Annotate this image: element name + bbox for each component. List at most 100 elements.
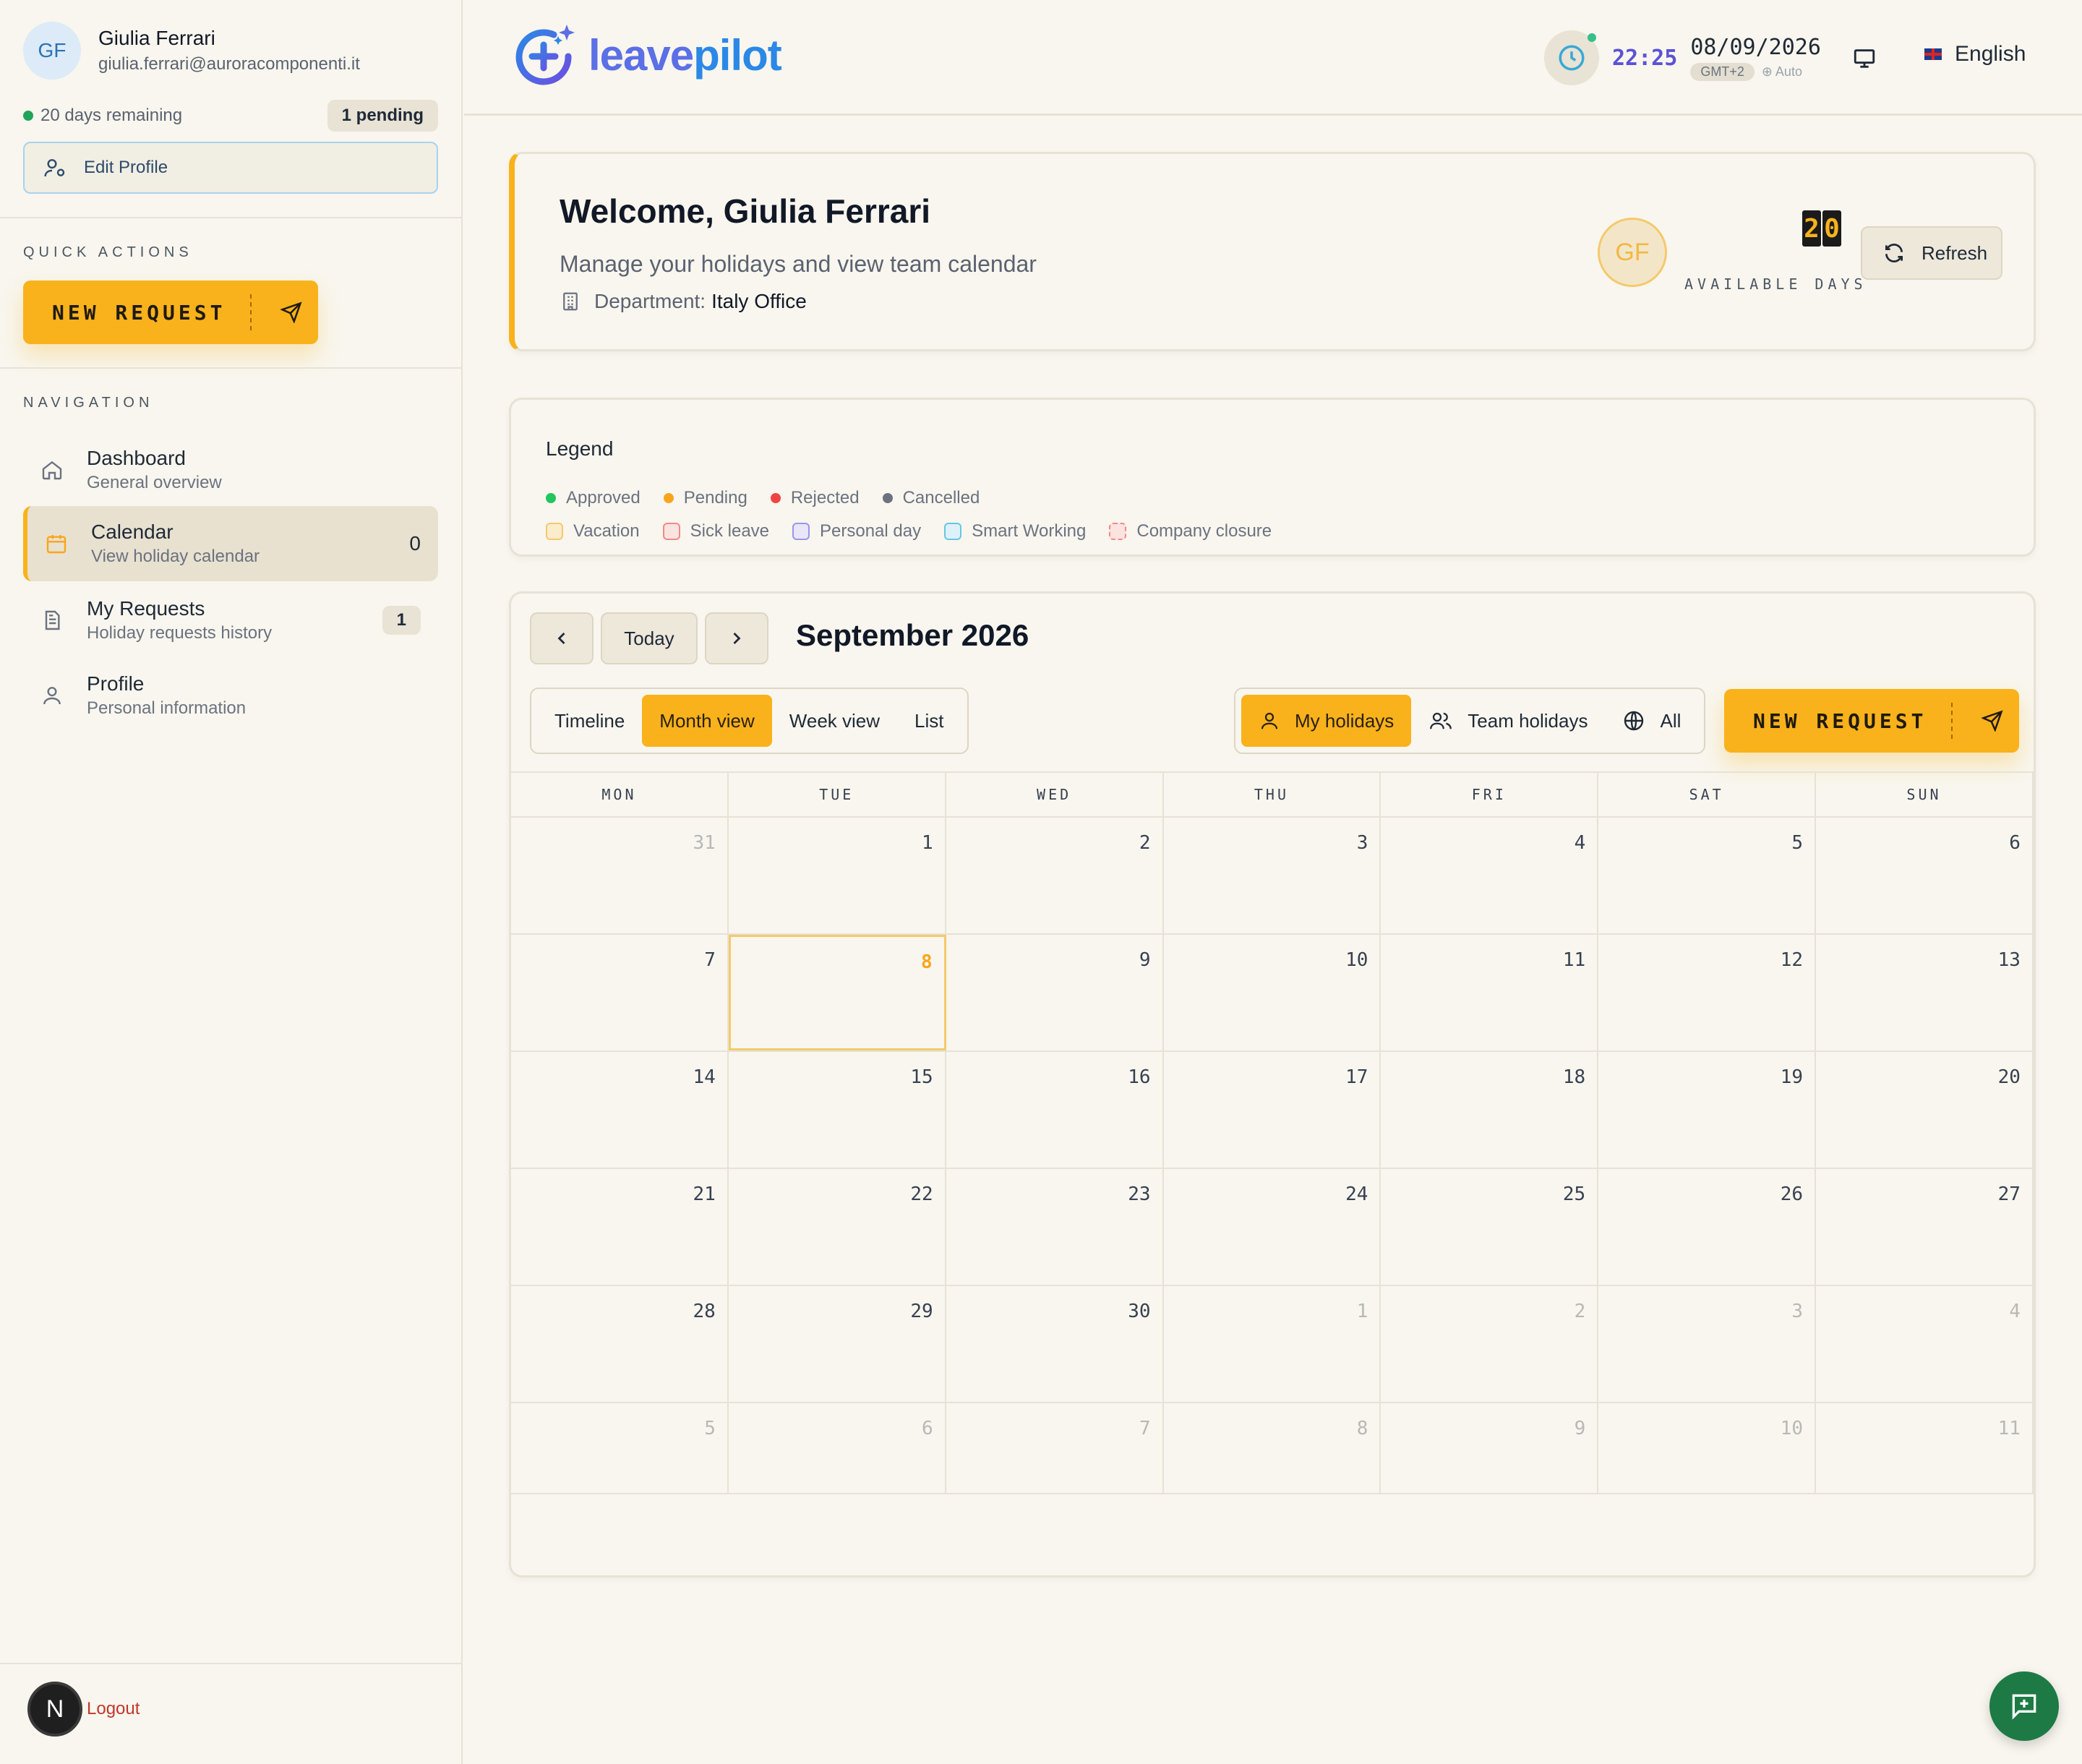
language-selector[interactable]: English <box>1924 42 2026 67</box>
day-number: 22 <box>910 1183 933 1205</box>
refresh-button[interactable]: Refresh <box>1861 226 2002 280</box>
calendar-day[interactable]: 25 <box>1381 1169 1599 1285</box>
calendar-day[interactable]: 6 <box>1816 818 2034 933</box>
clock-widget[interactable]: 22:25 08/09/2026 GMT+2 ⊕ Auto <box>1544 30 1821 85</box>
uk-flag-icon <box>1924 48 1942 60</box>
next-month-button[interactable] <box>705 612 768 664</box>
calendar-day[interactable]: 9 <box>946 935 1164 1050</box>
chat-support-button[interactable] <box>1989 1671 2059 1741</box>
display-mode-button[interactable] <box>1852 46 1877 74</box>
tab-all[interactable]: All <box>1605 695 1698 747</box>
sidebar-item-calendar[interactable]: Calendar View holiday calendar 0 <box>23 506 438 581</box>
calendar-day[interactable]: 27 <box>1816 1169 2034 1285</box>
calendar-day[interactable]: 15 <box>729 1052 946 1168</box>
day-number: 18 <box>1562 1066 1586 1088</box>
requests-count-badge: 1 <box>382 606 421 635</box>
calendar-day[interactable]: 17 <box>1164 1052 1381 1168</box>
edit-profile-button[interactable]: Edit Profile <box>23 142 438 194</box>
calendar-day[interactable]: 16 <box>946 1052 1164 1168</box>
calendar-day[interactable]: 10 <box>1164 935 1381 1050</box>
divider <box>1951 703 1953 739</box>
tab-my-holidays[interactable]: My holidays <box>1241 695 1412 747</box>
calendar-day[interactable]: 29 <box>729 1286 946 1402</box>
calendar-day[interactable]: 2 <box>1381 1286 1599 1402</box>
calendar-day[interactable]: 4 <box>1816 1286 2034 1402</box>
sidebar-item-profile[interactable]: Profile Personal information <box>23 658 438 733</box>
calendar-day[interactable]: 3 <box>1164 818 1381 933</box>
tab-timeline[interactable]: Timeline <box>537 695 642 747</box>
view-mode-tabs: Timeline Month view Week view List <box>530 688 969 754</box>
calendar-day[interactable]: 7 <box>946 1403 1164 1493</box>
logout-button[interactable]: N Logout <box>27 1682 140 1737</box>
tab-list[interactable]: List <box>897 695 961 747</box>
calendar-day[interactable]: 1 <box>1164 1286 1381 1402</box>
today-button[interactable]: Today <box>601 612 698 664</box>
day-number: 12 <box>1780 949 1804 971</box>
days-status-row: 20 days remaining 1 pending <box>23 100 438 132</box>
calendar-day[interactable]: 18 <box>1381 1052 1599 1168</box>
new-request-button[interactable]: NEW REQUEST <box>1724 689 2019 753</box>
new-request-button-sidebar[interactable]: NEW REQUEST <box>23 281 318 344</box>
day-number: 9 <box>1139 949 1151 971</box>
calendar-day[interactable]: 26 <box>1598 1169 1817 1285</box>
legend-item-rejected: Rejected <box>770 488 860 508</box>
calendar-day[interactable]: 30 <box>946 1286 1164 1402</box>
available-days-digit: 2 <box>1802 210 1821 247</box>
calendar-day[interactable]: 6 <box>729 1403 946 1493</box>
edit-profile-label: Edit Profile <box>84 158 168 177</box>
legend-item-approved: Approved <box>546 488 641 508</box>
sidebar-item-my-requests[interactable]: My Requests Holiday requests history 1 <box>23 583 438 658</box>
current-time: 22:25 <box>1612 45 1678 71</box>
calendar-day[interactable]: 28 <box>511 1286 729 1402</box>
day-number: 24 <box>1345 1183 1368 1205</box>
calendar-day[interactable]: 31 <box>511 818 729 933</box>
calendar-day[interactable]: 12 <box>1598 935 1817 1050</box>
calendar-day[interactable]: 2 <box>946 818 1164 933</box>
tab-team-holidays[interactable]: Team holidays <box>1411 695 1605 747</box>
legend-swatch-icon <box>792 523 810 540</box>
avatar: GF <box>1598 218 1667 287</box>
calendar-day[interactable]: 13 <box>1816 935 2034 1050</box>
calendar-week-row: 7 8 9 10 11 12 13 <box>511 935 2034 1052</box>
calendar-day[interactable]: 3 <box>1598 1286 1817 1402</box>
calendar-day[interactable]: 5 <box>511 1403 729 1493</box>
calendar-week-row: 28 29 30 1 2 3 4 <box>511 1286 2034 1403</box>
legend-dot-icon <box>546 493 556 503</box>
calendar-day-today[interactable]: 8 <box>728 935 946 1050</box>
calendar-day[interactable]: 11 <box>1816 1403 2034 1493</box>
calendar-day[interactable]: 8 <box>1164 1403 1381 1493</box>
calendar-weeks: 31 1 2 3 4 5 6 7 8 9 10 11 12 13 14 15 16 17 18 19 20 21 22 23 2… <box>511 818 2034 1494</box>
tab-week-view[interactable]: Week view <box>772 695 897 747</box>
day-number: 30 <box>1128 1301 1151 1322</box>
calendar-day[interactable]: 1 <box>729 818 946 933</box>
day-number: 31 <box>693 832 716 854</box>
calendar-day[interactable]: 20 <box>1816 1052 2034 1168</box>
calendar-day[interactable]: 9 <box>1381 1403 1599 1493</box>
day-number: 4 <box>1574 832 1586 854</box>
calendar-day[interactable]: 14 <box>511 1052 729 1168</box>
calendar-day[interactable]: 23 <box>946 1169 1164 1285</box>
calendar-day[interactable]: 11 <box>1381 935 1599 1050</box>
calendar-day[interactable]: 24 <box>1164 1169 1381 1285</box>
calendar-day[interactable]: 22 <box>729 1169 946 1285</box>
calendar-day[interactable]: 5 <box>1598 818 1817 933</box>
current-date: 08/09/2026 <box>1690 35 1821 60</box>
weekday-header: FRI <box>1381 773 1599 816</box>
divider <box>0 217 463 218</box>
logout-label: Logout <box>87 1699 140 1718</box>
calendar-day[interactable]: 21 <box>511 1169 729 1285</box>
calendar-day[interactable]: 10 <box>1598 1403 1817 1493</box>
calendar-day[interactable]: 19 <box>1598 1052 1817 1168</box>
sidebar-item-title: Calendar <box>91 521 174 543</box>
day-number: 8 <box>1356 1418 1368 1439</box>
day-number: 1 <box>922 832 933 854</box>
calendar-day[interactable]: 4 <box>1381 818 1599 933</box>
sidebar-item-title: Dashboard <box>87 447 186 469</box>
previous-month-button[interactable] <box>530 612 594 664</box>
sidebar-item-dashboard[interactable]: Dashboard General overview <box>23 432 438 508</box>
day-number: 19 <box>1780 1066 1804 1088</box>
month-title: September 2026 <box>796 618 1029 652</box>
tab-month-view[interactable]: Month view <box>642 695 772 747</box>
calendar-day[interactable]: 7 <box>511 935 729 1050</box>
app-logo[interactable]: leavepilot <box>507 19 782 91</box>
